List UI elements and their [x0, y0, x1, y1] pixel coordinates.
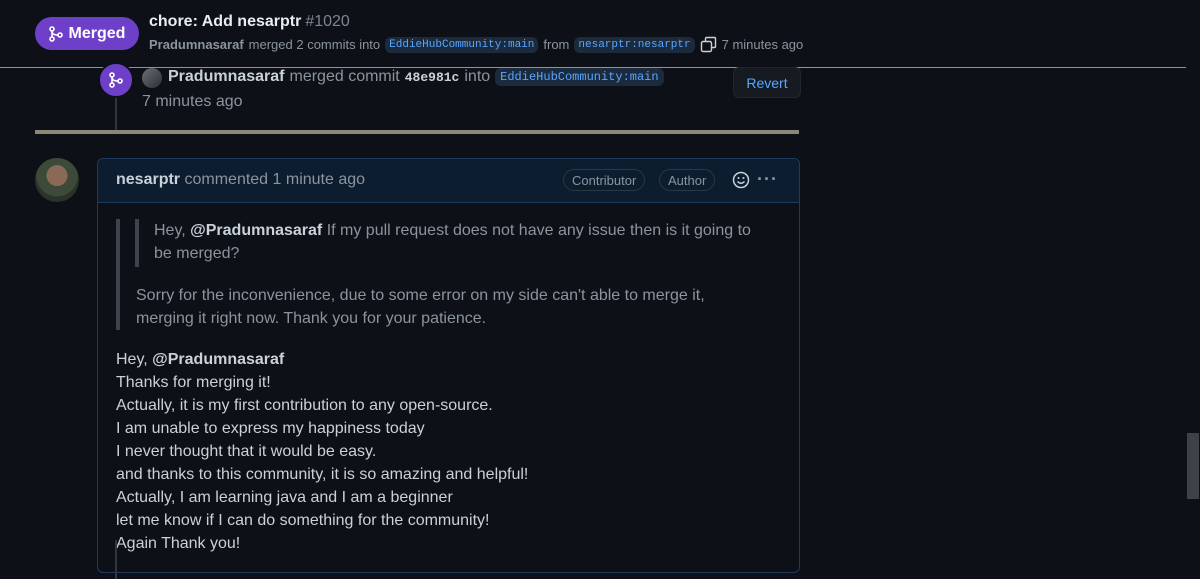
timeline-divider — [35, 130, 799, 134]
comment-greeting: Hey, @Pradumnasaraf — [116, 348, 776, 371]
comment-author-line: nesarptr commented 1 minute ago — [116, 171, 365, 189]
contributor-badge: Contributor — [563, 169, 646, 191]
nested-quote-mention[interactable]: @Pradumnasaraf — [190, 222, 322, 239]
merged-state-label: Merged — [68, 24, 126, 42]
comment-header: nesarptr commented 1 minute ago Contribu… — [98, 159, 799, 203]
merge-actor-avatar[interactable] — [142, 68, 162, 88]
merge-actor-link[interactable]: Pradumnasaraf — [168, 68, 285, 86]
comment-line: Thanks for merging it! — [116, 374, 271, 391]
scrollbar-thumb[interactable] — [1187, 433, 1199, 499]
pr-meta: Pradumnasaraf merged 2 commits into Eddi… — [149, 36, 803, 53]
timeline-line — [115, 540, 117, 579]
pr-sticky-header: Merged chore: Add nesarptr #1020 Pradumna… — [0, 0, 1186, 68]
merge-event-time[interactable]: 7 minutes ago — [142, 93, 243, 111]
head-branch[interactable]: nesarptr:nesarptr — [574, 36, 695, 53]
comment-body: Hey, @Pradumnasaraf Thanks for merging i… — [116, 348, 776, 555]
kebab-icon[interactable]: ··· — [757, 169, 778, 190]
merge-into-text: into — [464, 68, 491, 85]
comment-line: and thanks to this community, it is so a… — [116, 466, 529, 483]
merged-state-badge: Merged — [35, 17, 139, 50]
merge-event-node — [98, 62, 134, 98]
comment-line: I never thought that it would be easy. — [116, 443, 377, 460]
pr-title[interactable]: chore: Add nesarptr #1020 — [149, 13, 350, 31]
comment-line: Actually, I am learning java and I am a … — [116, 489, 453, 506]
pr-from-text: from — [543, 37, 570, 52]
merge-action-text: merged commit — [289, 68, 400, 85]
comment-blockquote: Hey, @Pradumnasaraf If my pull request d… — [116, 219, 780, 330]
comment-action-text[interactable]: commented 1 minute ago — [184, 171, 365, 188]
comment-box: nesarptr commented 1 minute ago Contribu… — [97, 158, 800, 573]
pr-title-text: chore: Add nesarptr — [149, 13, 302, 30]
commenter-avatar[interactable] — [35, 158, 79, 202]
git-merge-icon — [48, 25, 63, 42]
nested-blockquote: Hey, @Pradumnasaraf If my pull request d… — [135, 219, 754, 267]
nested-quote-prefix: Hey, — [154, 222, 191, 239]
greeting-prefix: Hey, — [116, 351, 153, 368]
commit-sha-link[interactable]: 48e981c — [405, 70, 460, 85]
pr-time: 7 minutes ago — [721, 37, 804, 52]
git-merge-icon — [109, 72, 123, 88]
comment-line: Actually, it is my first contribution to… — [116, 397, 493, 414]
copy-icon[interactable] — [700, 36, 717, 53]
comment-line: I am unable to express my happiness toda… — [116, 420, 425, 437]
comment-author-link[interactable]: nesarptr — [116, 171, 180, 188]
merge-event-text: Pradumnasaraf merged commit 48e981c into… — [168, 68, 664, 86]
comment-line: let me know if I can do something for th… — [116, 512, 490, 529]
author-badge: Author — [659, 169, 716, 191]
comment-line: Again Thank you! — [116, 535, 241, 552]
revert-button[interactable]: Revert — [733, 67, 801, 98]
pr-author-link[interactable]: Pradumnasaraf — [149, 37, 244, 52]
merge-target-branch[interactable]: EddieHubCommunity:main — [495, 68, 664, 86]
base-branch[interactable]: EddieHubCommunity:main — [385, 36, 539, 53]
pr-number: #1020 — [305, 13, 350, 30]
quote-reply-text: Sorry for the inconvenience, due to some… — [136, 287, 705, 327]
greeting-mention[interactable]: @Pradumnasaraf — [152, 351, 284, 368]
smiley-icon[interactable] — [732, 171, 750, 189]
pr-merged-text: merged 2 commits into — [248, 37, 381, 52]
